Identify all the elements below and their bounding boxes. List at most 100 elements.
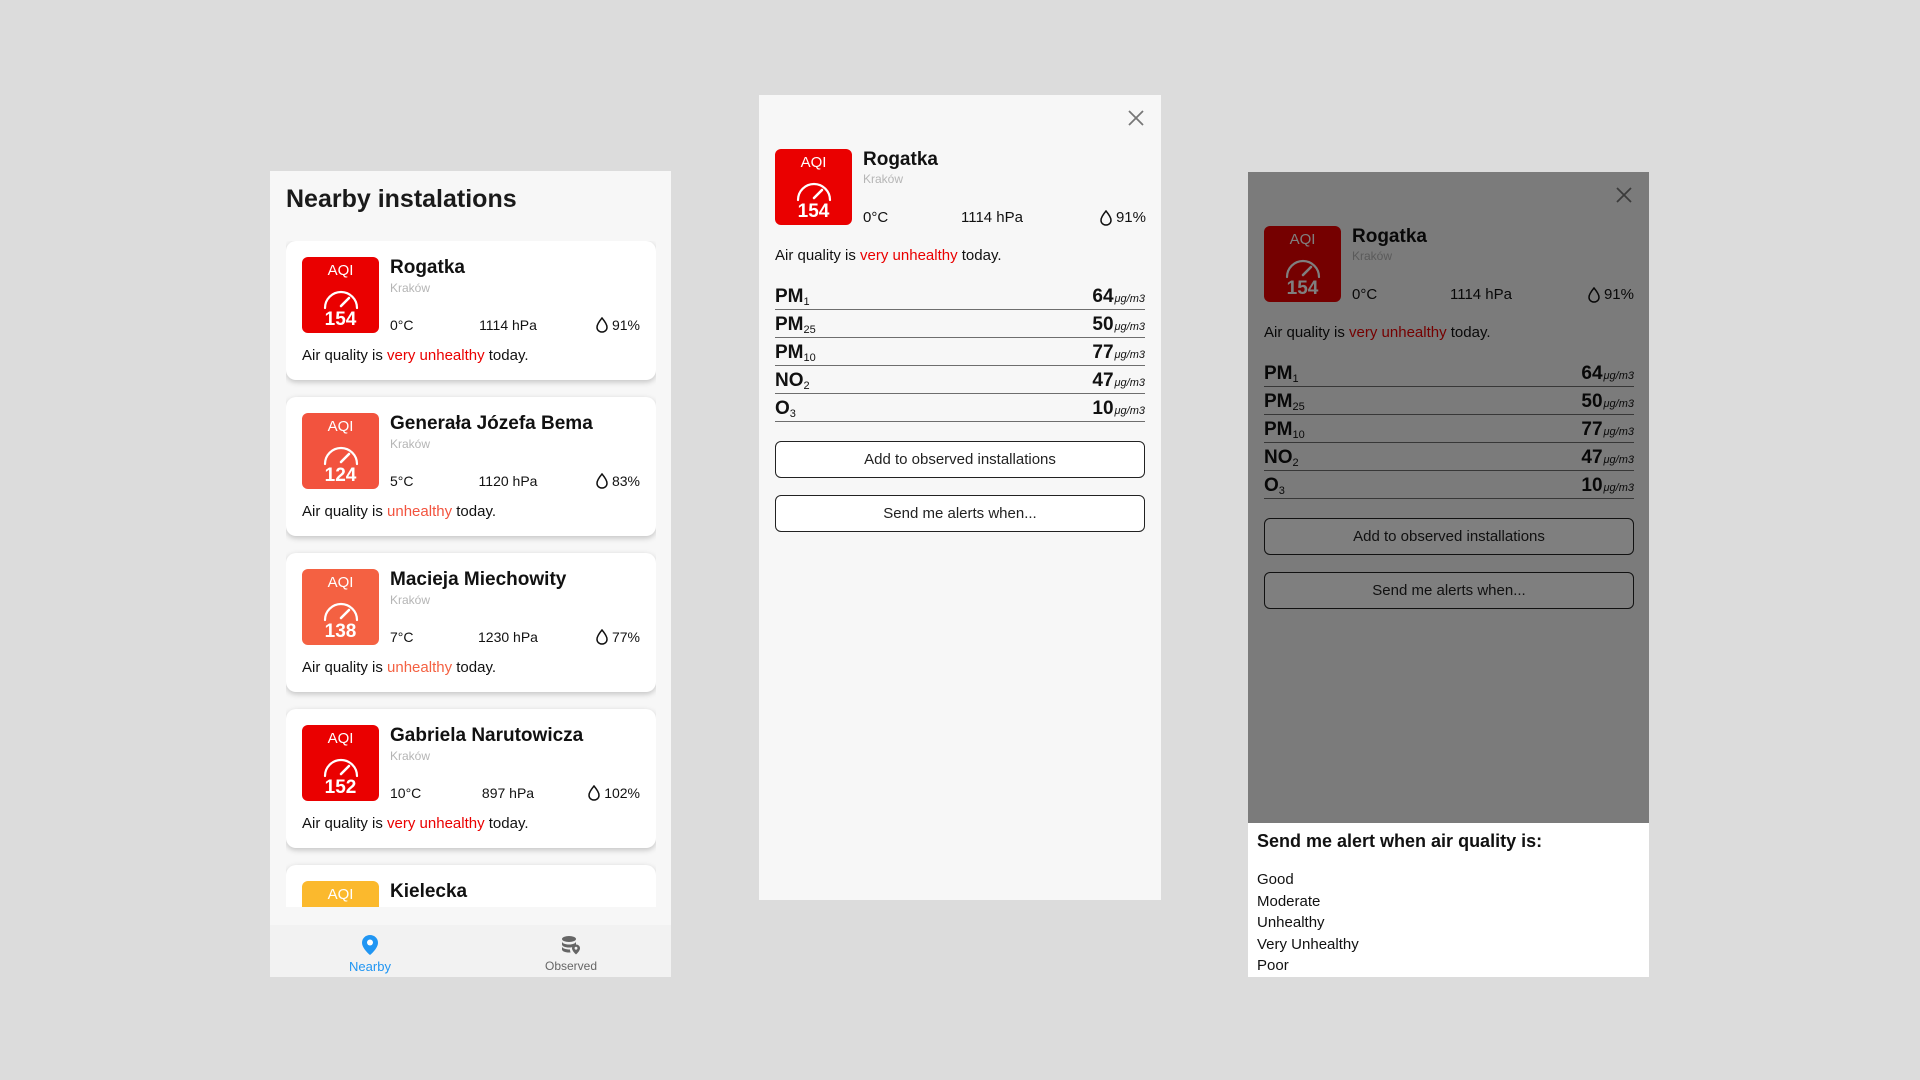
pollutant-name: PM10: [775, 342, 816, 364]
alert-option[interactable]: Moderate: [1257, 893, 1320, 910]
aq-prefix: Air quality is: [775, 247, 856, 264]
aqi-badge: AQI 138: [302, 569, 379, 645]
humidity: 77%: [596, 629, 640, 645]
temperature: 10°C: [390, 785, 422, 801]
humidity-value: 91%: [1115, 209, 1146, 226]
gauge-icon: [323, 602, 358, 622]
pollutant-symbol: PM: [775, 314, 804, 335]
installation-card[interactable]: AQI 124 Generała Józefa Bema Kraków 5°C …: [286, 397, 656, 536]
installation-name: Macieja Miechowity: [390, 569, 567, 590]
dim-overlay[interactable]: [1248, 172, 1649, 823]
aqi-badge: AQI 124: [302, 413, 379, 489]
aq-status: very unhealthy: [387, 347, 485, 364]
tab-nearby-label: Nearby: [349, 959, 391, 974]
installation-card[interactable]: AQI Kielecka Kraków: [286, 865, 656, 907]
aq-prefix: Air quality is: [302, 659, 383, 676]
aq-suffix: today.: [961, 247, 1002, 264]
aqi-label: AQI: [327, 886, 354, 903]
detail-screen-with-alert-sheet: AQI 154 Rogatka Kraków 0°C 1114 hPa 91% …: [1248, 172, 1649, 977]
pressure: 1114 hPa: [961, 209, 1023, 226]
alert-option[interactable]: Good: [1257, 871, 1294, 888]
temperature: 0°C: [390, 317, 414, 333]
installation-card[interactable]: AQI 138 Macieja Miechowity Kraków 7°C 12…: [286, 553, 656, 692]
pollutant-unit: μg/m3: [1114, 377, 1145, 389]
send-alerts-button[interactable]: Send me alerts when...: [775, 495, 1145, 532]
installation-city: Kraków: [390, 437, 431, 451]
installation-city: Kraków: [390, 749, 431, 763]
gauge-icon: [323, 758, 358, 778]
pollutant-value: 50μg/m3: [1092, 314, 1145, 336]
alert-option[interactable]: Poor: [1257, 957, 1289, 974]
aq-suffix: today.: [456, 503, 497, 520]
pollutant-value: 10μg/m3: [1092, 398, 1145, 420]
air-quality-sentence: Air quality is unhealthy today.: [302, 503, 496, 520]
aqi-badge: AQI 154: [775, 149, 852, 225]
gauge-icon: [796, 182, 831, 202]
alert-option[interactable]: Very Unhealthy: [1257, 936, 1359, 953]
aqi-label: AQI: [800, 154, 827, 171]
pollutant-table: PM164μg/m3PM2550μg/m3PM1077μg/m3NO247μg/…: [775, 282, 1145, 422]
aqi-badge: AQI: [302, 881, 379, 907]
installation-city: Kraków: [390, 593, 431, 607]
pollutant-row: PM10 77μg/m3: [775, 338, 1145, 366]
installation-card[interactable]: AQI 154 Rogatka Kraków 0°C 1114 hPa 91% …: [286, 241, 656, 380]
installations-list[interactable]: AQI 154 Rogatka Kraków 0°C 1114 hPa 91% …: [286, 241, 656, 907]
installation-name: Rogatka: [863, 149, 938, 170]
pollutant-symbol: PM: [775, 342, 804, 363]
pollutant-number: 64: [1092, 286, 1114, 307]
installation-card[interactable]: AQI 152 Gabriela Narutowicza Kraków 10°C…: [286, 709, 656, 848]
aq-prefix: Air quality is: [302, 815, 383, 832]
droplet-icon: [1100, 209, 1112, 226]
pollutant-subscript: 3: [789, 408, 796, 420]
aq-status: very unhealthy: [387, 815, 485, 832]
installation-name: Gabriela Narutowicza: [390, 725, 584, 746]
pollutant-number: 47: [1092, 370, 1114, 391]
pollutant-name: PM1: [775, 286, 810, 308]
aqi-badge: AQI 154: [302, 257, 379, 333]
installation-name: Rogatka: [390, 257, 465, 278]
tab-observed-label: Observed: [544, 959, 598, 973]
aq-status: unhealthy: [387, 659, 453, 676]
aq-suffix: today.: [488, 347, 529, 364]
aqi-value: 138: [324, 621, 357, 642]
aqi-value: 124: [324, 465, 357, 486]
pollutant-subscript: 2: [803, 380, 810, 392]
humidity: 91%: [596, 317, 640, 333]
add-to-observed-button[interactable]: Add to observed installations: [775, 441, 1145, 478]
observed-stack-icon: [560, 935, 582, 960]
pollutant-number: 77: [1092, 342, 1114, 363]
pollutant-unit: μg/m3: [1114, 293, 1145, 305]
alert-sheet-title: Send me alert when air quality is:: [1257, 831, 1543, 851]
installation-city: Kraków: [390, 905, 430, 907]
droplet-icon: [596, 629, 608, 645]
air-quality-sentence: Air quality is unhealthy today.: [302, 659, 496, 676]
aqi-label: AQI: [327, 730, 354, 747]
pollutant-name: NO2: [775, 370, 810, 392]
droplet-icon: [588, 785, 600, 801]
pollutant-subscript: 10: [803, 352, 816, 364]
pollutant-row: NO2 47μg/m3: [775, 366, 1145, 394]
pollutant-number: 10: [1092, 398, 1114, 419]
aq-prefix: Air quality is: [302, 347, 383, 364]
pollutant-unit: μg/m3: [1114, 405, 1145, 417]
close-icon[interactable]: [1125, 107, 1147, 129]
droplet-icon: [596, 317, 608, 333]
pollutant-symbol: O: [775, 398, 790, 419]
gauge-icon: [323, 446, 358, 466]
nearby-screen: Nearby instalations AQI 154 Rogatka Krak…: [270, 171, 671, 977]
page-title: Nearby instalations: [286, 185, 517, 213]
pollutant-row: PM25 50μg/m3: [775, 310, 1145, 338]
pollutant-name: PM25: [775, 314, 816, 336]
pollutant-value: 77μg/m3: [1092, 342, 1145, 364]
installation-name: Generała Józefa Bema: [390, 413, 593, 434]
pollutant-value: 47μg/m3: [1092, 370, 1145, 392]
humidity-value: 91%: [611, 317, 640, 333]
tab-nearby[interactable]: Nearby: [270, 925, 470, 977]
tab-observed[interactable]: Observed: [471, 925, 671, 977]
pollutant-symbol: NO: [775, 370, 804, 391]
pollutant-unit: μg/m3: [1114, 321, 1145, 333]
alert-option[interactable]: Unhealthy: [1257, 914, 1325, 931]
aq-suffix: today.: [488, 815, 529, 832]
installation-city: Kraków: [390, 281, 431, 295]
temperature: 5°C: [390, 473, 414, 489]
